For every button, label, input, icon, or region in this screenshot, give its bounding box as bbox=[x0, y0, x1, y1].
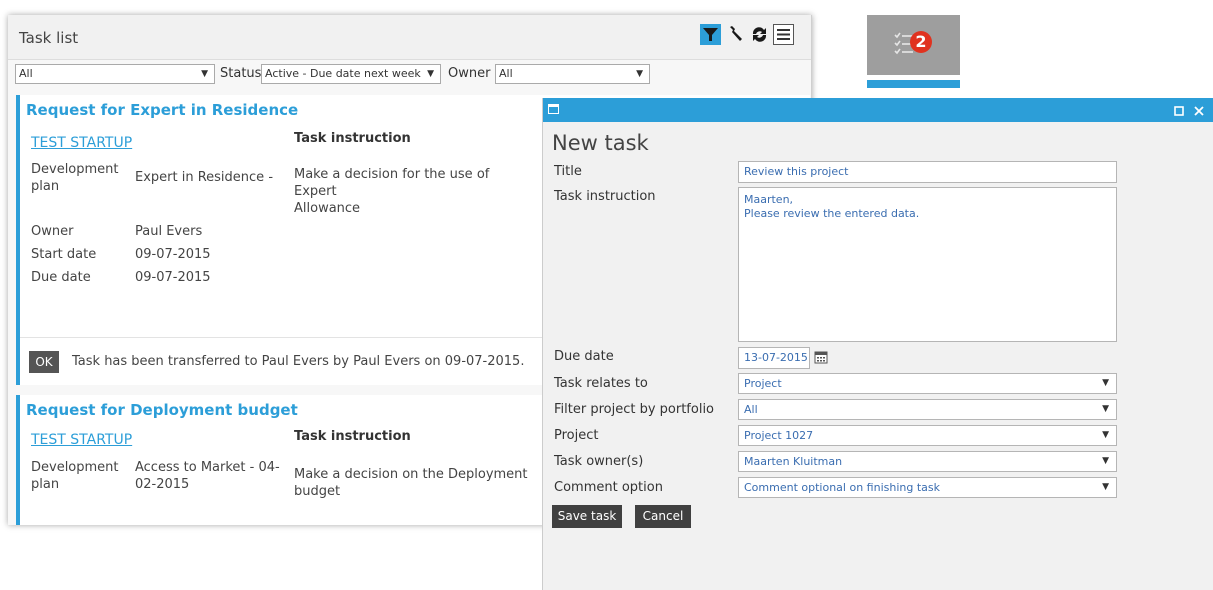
calendar-icon[interactable] bbox=[814, 350, 828, 364]
plan-label: Development plan bbox=[31, 459, 119, 493]
instruction-line: Please review the entered data. bbox=[744, 207, 920, 220]
relates-to-value: Project bbox=[744, 377, 782, 390]
chevron-down-icon: ▼ bbox=[1102, 430, 1109, 440]
instruction-heading: Task instruction bbox=[294, 429, 411, 444]
instruction-line: Allowance bbox=[294, 201, 361, 216]
task-owner-value: Maarten Kluitman bbox=[744, 455, 843, 468]
wrench-icon bbox=[730, 26, 742, 41]
portfolio-select[interactable]: All ▼ bbox=[738, 399, 1117, 420]
due-date-value: 09-07-2015 bbox=[135, 270, 211, 285]
instruction-label: Task instruction bbox=[554, 189, 656, 204]
instruction-text: Make a decision for the use of Expert Al… bbox=[294, 166, 534, 217]
task-list-title: Task list bbox=[19, 29, 79, 47]
status-select-value: Active - Due date next week bbox=[265, 67, 421, 80]
owner-field-label: Owner bbox=[31, 224, 74, 239]
project-label: Project bbox=[554, 428, 599, 443]
category-select[interactable]: All ▼ bbox=[15, 64, 215, 84]
relates-to-label: Task relates to bbox=[554, 376, 648, 391]
plan-value: Access to Market - 04- 02-2015 bbox=[135, 459, 280, 493]
plan-label-line: Development bbox=[31, 162, 119, 177]
plan-label-line: Development bbox=[31, 460, 119, 475]
instruction-line: budget bbox=[294, 484, 341, 499]
chevron-down-icon: ▼ bbox=[427, 69, 434, 79]
instruction-line: Make a decision for the use of Expert bbox=[294, 167, 490, 199]
chevron-down-icon: ▼ bbox=[201, 69, 208, 79]
task-list-header: Task list bbox=[8, 15, 811, 60]
task-owner-label: Task owner(s) bbox=[554, 454, 644, 469]
relates-to-select[interactable]: Project ▼ bbox=[738, 373, 1117, 394]
task-title[interactable]: Request for Expert in Residence bbox=[26, 101, 298, 119]
instruction-text: Make a decision on the Deployment budget bbox=[294, 466, 534, 500]
new-task-dialog: New task Title Review this project Task … bbox=[542, 98, 1213, 590]
settings-button[interactable] bbox=[725, 24, 746, 45]
window-icon bbox=[548, 104, 559, 114]
instruction-textarea[interactable]: Maarten, Please review the entered data. bbox=[738, 187, 1117, 342]
plan-label-line: plan bbox=[31, 477, 60, 492]
chevron-down-icon: ▼ bbox=[1102, 404, 1109, 414]
plan-value-line: 02-2015 bbox=[135, 477, 190, 492]
hamburger-icon bbox=[777, 29, 790, 40]
owner-label: Owner bbox=[448, 66, 491, 81]
refresh-button[interactable] bbox=[749, 24, 770, 45]
start-date-value: 09-07-2015 bbox=[135, 247, 211, 262]
due-date-input[interactable]: 13-07-2015 bbox=[738, 347, 810, 369]
plan-value-line: Access to Market - 04- bbox=[135, 460, 280, 475]
project-value: Project 1027 bbox=[744, 429, 814, 442]
chevron-down-icon: ▼ bbox=[1102, 482, 1109, 492]
plan-label: Development plan bbox=[31, 161, 119, 195]
dialog-titlebar bbox=[543, 98, 1213, 122]
filter-icon bbox=[703, 28, 718, 41]
category-select-value: All bbox=[19, 67, 33, 80]
startup-link[interactable]: TEST STARTUP bbox=[31, 432, 132, 448]
title-input[interactable]: Review this project bbox=[738, 161, 1117, 183]
transfer-message: Task has been transferred to Paul Evers … bbox=[72, 354, 525, 369]
instruction-line: Maarten, bbox=[744, 193, 794, 206]
owner-field-value: Paul Evers bbox=[135, 224, 203, 239]
plan-label-line: plan bbox=[31, 179, 60, 194]
instruction-line: Make a decision on the Deployment bbox=[294, 467, 528, 482]
portfolio-value: All bbox=[744, 403, 758, 416]
notification-count-badge: 2 bbox=[910, 31, 932, 53]
owner-select[interactable]: All ▼ bbox=[495, 64, 650, 84]
dialog-title: New task bbox=[552, 131, 649, 155]
project-select[interactable]: Project 1027 ▼ bbox=[738, 425, 1117, 446]
start-date-label: Start date bbox=[31, 247, 97, 262]
status-select[interactable]: Active - Due date next week ▼ bbox=[261, 64, 441, 84]
task-title[interactable]: Request for Deployment budget bbox=[26, 401, 298, 419]
chevron-down-icon: ▼ bbox=[1102, 456, 1109, 466]
comment-option-value: Comment optional on finishing task bbox=[744, 481, 940, 494]
refresh-icon bbox=[752, 27, 767, 42]
ok-button[interactable]: OK bbox=[29, 351, 59, 373]
filter-button[interactable] bbox=[700, 24, 721, 45]
plan-value: Expert in Residence - bbox=[135, 170, 274, 185]
save-task-button[interactable]: Save task bbox=[552, 505, 622, 528]
comment-option-select[interactable]: Comment optional on finishing task ▼ bbox=[738, 477, 1117, 498]
due-date-label: Due date bbox=[31, 270, 91, 285]
notification-indicator-bar bbox=[867, 80, 960, 88]
maximize-icon[interactable] bbox=[1174, 106, 1184, 116]
cancel-button[interactable]: Cancel bbox=[635, 505, 691, 528]
menu-button[interactable] bbox=[773, 24, 794, 45]
chevron-down-icon: ▼ bbox=[1102, 378, 1109, 388]
comment-option-label: Comment option bbox=[554, 480, 663, 495]
instruction-heading: Task instruction bbox=[294, 131, 411, 146]
chevron-down-icon: ▼ bbox=[636, 69, 643, 79]
title-label: Title bbox=[554, 164, 582, 179]
owner-select-value: All bbox=[499, 67, 513, 80]
status-label: Status bbox=[220, 66, 262, 81]
due-date-label: Due date bbox=[554, 349, 614, 364]
portfolio-label: Filter project by portfolio bbox=[554, 402, 715, 417]
close-icon[interactable] bbox=[1194, 106, 1204, 116]
task-owner-select[interactable]: Maarten Kluitman ▼ bbox=[738, 451, 1117, 472]
startup-link[interactable]: TEST STARTUP bbox=[31, 135, 132, 151]
